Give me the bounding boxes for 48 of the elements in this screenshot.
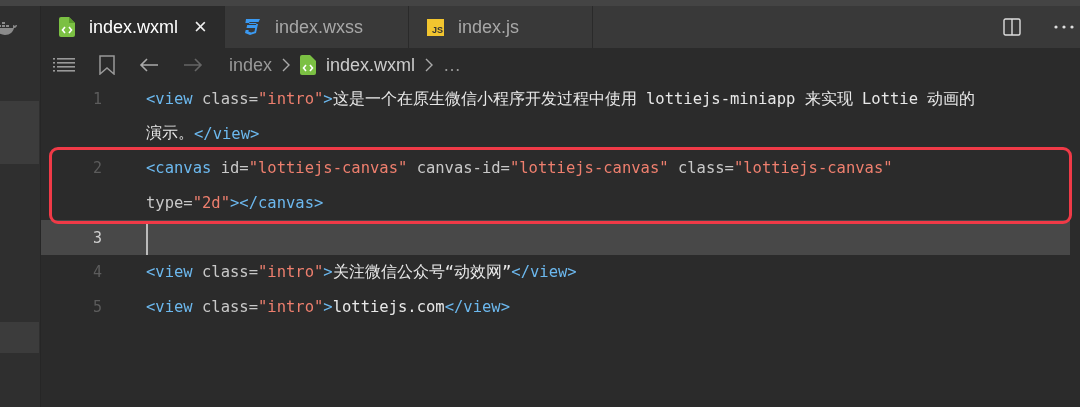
code-tag: </view> [511, 263, 577, 282]
code-tag: ></canvas> [230, 194, 324, 213]
code-string: "intro" [258, 263, 324, 282]
close-icon[interactable]: × [194, 14, 207, 40]
line-number: 3 [92, 228, 104, 247]
code-attribute: class= [676, 159, 734, 178]
whale-icon[interactable] [0, 20, 18, 36]
code-tag: <view [146, 90, 193, 109]
breadcrumb-file[interactable]: index.wxml [326, 54, 416, 76]
chevron-icon [282, 58, 291, 72]
code-tag: <view [146, 263, 193, 282]
code-text: 这是一个在原生微信小程序开发过程中使用 lottiejs-miniapp 来实现 Lottie 动画的 [332, 88, 976, 110]
back-arrow-icon[interactable] [139, 57, 159, 73]
list-icon[interactable] [53, 57, 75, 73]
code-string: "lottiejs-canvas" [248, 159, 408, 178]
more-icon[interactable] [1054, 25, 1074, 29]
code-tag: </view> [444, 297, 510, 316]
breadcrumb-more[interactable]: … [443, 54, 462, 76]
code-string: "intro" [258, 90, 324, 109]
code-tag: <view [146, 297, 193, 316]
code-attribute: class= [201, 263, 258, 282]
code-string: "2d" [192, 194, 230, 213]
breadcrumb-folder[interactable]: index [229, 54, 273, 76]
bookmark-icon[interactable] [99, 55, 115, 75]
code-text: lottiejs.com [332, 297, 445, 316]
code-text: 演示。 [146, 123, 194, 145]
file-tab[interactable]: index.wxml × [41, 6, 225, 48]
code-string: "lottiejs-canvas" [733, 159, 893, 178]
code-attribute: class= [201, 297, 258, 316]
code-tag: > [323, 90, 333, 109]
js-icon: JS [427, 18, 444, 36]
code-attribute: canvas-id= [415, 159, 510, 178]
forward-arrow-icon[interactable] [183, 57, 203, 73]
code-tag: </view> [194, 124, 260, 143]
code-tag: > [323, 263, 333, 282]
split-editor-icon[interactable] [1003, 18, 1021, 36]
file-code-icon [300, 55, 317, 75]
code-text: 关注微信公众号“动效网” [332, 261, 512, 283]
code-tag: <canvas [146, 159, 212, 178]
code-string: "intro" [258, 297, 324, 316]
chevron-icon [425, 58, 434, 72]
code-tag: > [323, 297, 333, 316]
css-icon [243, 18, 261, 36]
code-attribute: class= [201, 90, 258, 109]
file-code-icon [59, 17, 75, 37]
code-attribute: id= [219, 159, 249, 178]
code-attribute: type= [146, 194, 193, 213]
code-string: "lottiejs-canvas" [509, 159, 669, 178]
